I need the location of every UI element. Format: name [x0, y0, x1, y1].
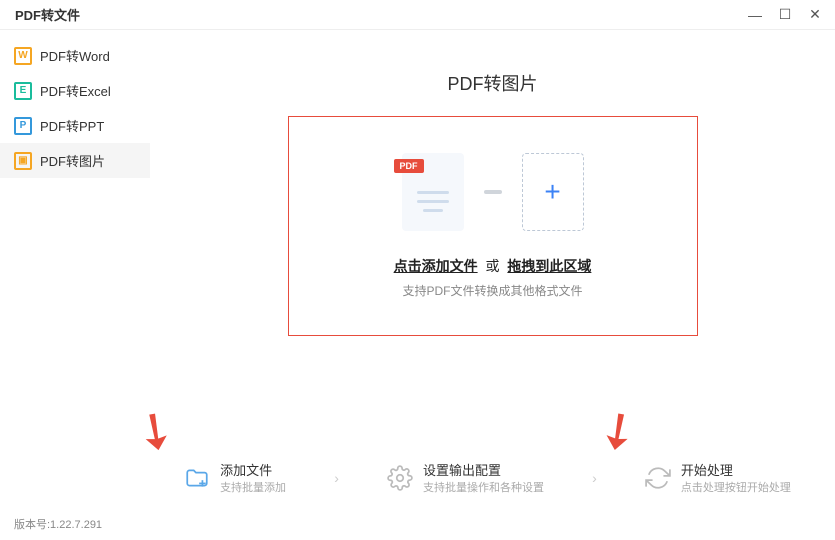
- folder-add-icon: [184, 465, 210, 491]
- click-add-file-link[interactable]: 点击添加文件: [394, 258, 478, 274]
- sidebar-item-pdf-to-excel[interactable]: E PDF转Excel: [0, 73, 150, 108]
- step-title: 添加文件: [220, 460, 286, 479]
- step-separator: ›: [334, 470, 339, 486]
- titlebar-title: PDF转文件: [10, 5, 80, 24]
- pdf-document-icon: PDF: [402, 153, 464, 231]
- close-button[interactable]: ✕: [805, 5, 825, 25]
- word-icon: W: [14, 47, 32, 65]
- dropzone[interactable]: PDF + 点击添加文件 或 拖拽到此区域 支持PDF文件转换成其他格式文件: [288, 116, 698, 336]
- add-box-icon: +: [522, 153, 584, 231]
- minimize-button[interactable]: —: [745, 5, 765, 25]
- dropzone-main-text: 点击添加文件 或 拖拽到此区域: [394, 256, 592, 276]
- maximize-button[interactable]: ☐: [775, 5, 795, 25]
- window-controls: — ☐ ✕: [745, 5, 825, 25]
- step-subtitle: 支持批量操作和各种设置: [423, 479, 544, 495]
- step-separator: ›: [592, 470, 597, 486]
- excel-icon: E: [14, 82, 32, 100]
- dropzone-visual: PDF +: [402, 153, 584, 231]
- page-title: PDF转图片: [448, 70, 538, 96]
- step-title: 设置输出配置: [423, 460, 544, 479]
- dropzone-sub-text: 支持PDF文件转换成其他格式文件: [394, 282, 592, 299]
- step-configure[interactable]: 设置输出配置 支持批量操作和各种设置: [387, 460, 544, 495]
- sidebar-item-pdf-to-word[interactable]: W PDF转Word: [0, 38, 150, 73]
- sidebar-item-label: PDF转Word: [40, 46, 110, 65]
- version-label: 版本号:1.22.7.291: [14, 516, 102, 532]
- step-add-file[interactable]: 添加文件 支持批量添加: [184, 460, 286, 495]
- step-subtitle: 点击处理按钮开始处理: [681, 479, 791, 495]
- step-subtitle: 支持批量添加: [220, 479, 286, 495]
- sidebar-item-label: PDF转Excel: [40, 81, 111, 100]
- titlebar: PDF转文件 — ☐ ✕: [0, 0, 835, 30]
- gear-icon: [387, 465, 413, 491]
- step-title: 开始处理: [681, 460, 791, 479]
- sidebar-item-pdf-to-ppt[interactable]: P PDF转PPT: [0, 108, 150, 143]
- ppt-icon: P: [14, 117, 32, 135]
- sidebar-item-label: PDF转图片: [40, 151, 105, 170]
- refresh-icon: [645, 465, 671, 491]
- sidebar: W PDF转Word E PDF转Excel P PDF转PPT ▣ PDF转图…: [0, 30, 150, 540]
- image-icon: ▣: [14, 152, 32, 170]
- steps-row: 添加文件 支持批量添加 › 设置输出配置 支持批量操作和各种设置 ›: [150, 460, 825, 495]
- sidebar-item-pdf-to-image[interactable]: ▣ PDF转图片: [0, 143, 150, 178]
- dropzone-text: 点击添加文件 或 拖拽到此区域 支持PDF文件转换成其他格式文件: [394, 256, 592, 299]
- sidebar-item-label: PDF转PPT: [40, 116, 104, 135]
- dash-icon: [484, 190, 502, 194]
- step-start[interactable]: 开始处理 点击处理按钮开始处理: [645, 460, 791, 495]
- or-text: 或: [486, 258, 500, 274]
- pdf-badge: PDF: [394, 159, 424, 173]
- drag-here-text: 拖拽到此区域: [507, 258, 591, 274]
